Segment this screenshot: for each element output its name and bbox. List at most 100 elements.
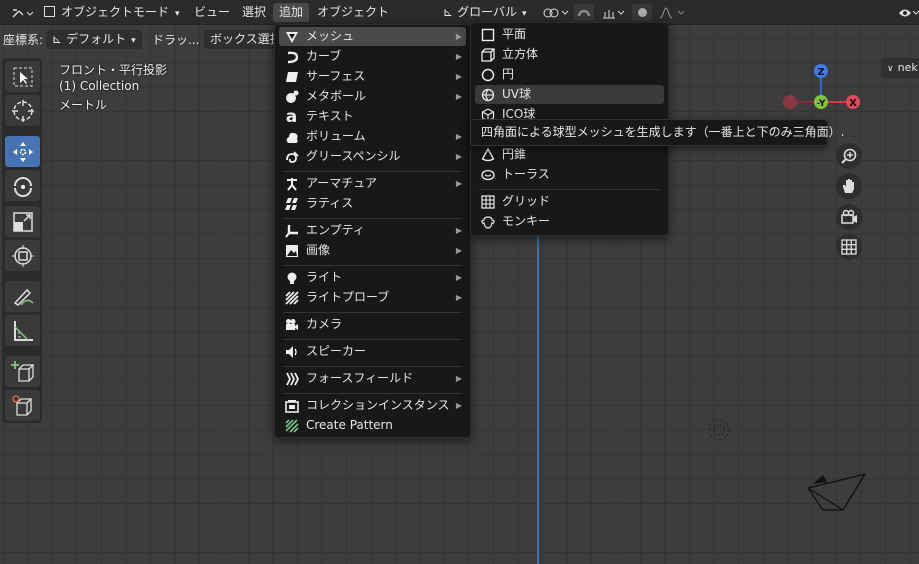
mode-select[interactable]: オブジェクトモード ▾ (38, 3, 186, 22)
chevron-down-icon: ∨ (887, 64, 894, 74)
move-tool[interactable] (5, 136, 40, 167)
add-menu-item-light-probe[interactable]: ライトプローブ ▶ (279, 288, 466, 307)
uv-sphere-icon (480, 87, 495, 102)
menu-view[interactable]: ビュー (188, 3, 236, 22)
tooltip: 四角面による球型メッシュを生成します（一番上と下のみ三角面）. (470, 119, 844, 146)
add-menu-item-image[interactable]: 画像 ▶ (279, 241, 466, 260)
editor-type-button[interactable] (4, 3, 42, 22)
menu-object[interactable]: オブジェクト (311, 3, 395, 22)
add-menu-item-curve[interactable]: カーブ ▶ (279, 47, 466, 66)
add-menu-item-collection-instance[interactable]: コレクションインスタンス ▶ (279, 396, 466, 415)
ortho-toggle-button[interactable] (836, 234, 862, 260)
transform-orientation-select[interactable]: ⊾ グローバル ▾ (437, 3, 532, 22)
add-menu-item-text[interactable]: a テキスト (279, 107, 466, 126)
zoom-icon (841, 148, 857, 164)
light-probe-icon (284, 290, 299, 305)
mesh-item-plane[interactable]: 平面 (475, 25, 664, 44)
chevron-down-icon: ▾ (175, 9, 180, 19)
snap-target-button[interactable] (595, 3, 633, 22)
object-mode-icon (44, 6, 55, 17)
plane-icon (480, 27, 495, 42)
menu-separator (283, 393, 462, 394)
menu-separator (283, 265, 462, 266)
orientation-icon: ⊾ (443, 5, 454, 19)
submenu-arrow-icon: ▶ (455, 401, 462, 410)
camera-view-button[interactable] (836, 204, 862, 230)
coord-system-select[interactable]: ⊾ デフォルト ▾ (46, 30, 142, 49)
gizmo-y-label: -Y (817, 99, 826, 109)
menu-separator (283, 366, 462, 367)
tool-settings-bar: 座標系: ⊾ デフォルト ▾ ドラッ... ボックス選択 (0, 28, 290, 49)
submenu-arrow-icon: ▶ (455, 179, 462, 188)
cursor-3d-icon (11, 99, 34, 122)
toolbar (2, 58, 42, 423)
navigation-gizmo[interactable]: Z -Y X (778, 60, 868, 120)
submenu-arrow-icon: ▶ (455, 293, 462, 302)
collection-label: (1) Collection (59, 79, 140, 93)
snap-toggle[interactable] (573, 3, 595, 22)
add-menu-item-lattice[interactable]: ラティス (279, 194, 466, 213)
mesh-item-grid[interactable]: グリッド (475, 192, 664, 211)
circle-icon (480, 67, 495, 82)
side-panel-tab[interactable]: ∨ nek (881, 58, 919, 78)
zoom-button[interactable] (836, 143, 862, 169)
falloff-curve-icon (659, 6, 685, 18)
scale-tool[interactable] (5, 206, 40, 237)
measure-tool[interactable] (5, 315, 40, 346)
mesh-item-circle[interactable]: 円 (475, 65, 664, 84)
menu-select[interactable]: 選択 (236, 3, 272, 22)
mesh-icon (284, 29, 299, 44)
coord-system-label: 座標系: (3, 33, 44, 47)
menu-separator (283, 171, 462, 172)
menu-add[interactable]: 追加 (273, 3, 310, 22)
camera-icon (841, 209, 857, 224)
camera-object[interactable] (805, 470, 869, 514)
menu-separator (283, 218, 462, 219)
select-box-tool[interactable] (5, 61, 40, 92)
add-menu-item-light[interactable]: ライト ▶ (279, 268, 466, 287)
add-menu-item-mesh[interactable]: メッシュ ▶ (279, 27, 466, 46)
cube-edit-icon (11, 394, 33, 416)
add-menu-item-armature[interactable]: アーマチュア ▶ (279, 174, 466, 193)
rotate-tool[interactable] (5, 170, 40, 201)
scale-icon (12, 211, 33, 232)
curve-icon (284, 49, 299, 64)
menu-separator (283, 339, 462, 340)
submenu-arrow-icon: ▶ (455, 246, 462, 255)
cone-icon (480, 147, 495, 162)
grease-pencil-icon (284, 149, 299, 164)
submenu-arrow-icon: ▶ (455, 152, 462, 161)
mesh-item-cube[interactable]: 立方体 (475, 45, 664, 64)
light-icon (284, 270, 299, 285)
submenu-arrow-icon: ▶ (455, 132, 462, 141)
add-menu-item-grease-pencil[interactable]: グリースペンシル ▶ (279, 147, 466, 166)
metaball-icon (284, 89, 299, 104)
add-menu-item-volume[interactable]: ボリューム ▶ (279, 127, 466, 146)
armature-icon (284, 176, 299, 191)
annotate-tool[interactable] (5, 281, 40, 312)
pivot-point-button[interactable] (537, 3, 577, 22)
submenu-arrow-icon: ▶ (455, 374, 462, 383)
add-cube-tool[interactable] (5, 356, 40, 387)
add-menu-item-speaker[interactable]: スピーカー (279, 342, 466, 361)
mesh-item-torus[interactable]: トーラス (475, 165, 664, 184)
falloff-button[interactable] (653, 3, 693, 22)
cursor-tool[interactable] (5, 95, 40, 126)
transform-tool[interactable] (5, 240, 40, 271)
proportional-editing-toggle[interactable] (631, 3, 653, 22)
mesh-item-uv-sphere[interactable]: UV球 (475, 85, 664, 104)
add-menu-item-surface[interactable]: サーフェス ▶ (279, 67, 466, 86)
camera-icon (284, 317, 299, 332)
mesh-item-monkey[interactable]: モンキー (475, 212, 664, 231)
mesh-item-cone[interactable]: 円錐 (475, 145, 664, 164)
add-menu-item-force-field[interactable]: フォースフィールド ▶ (279, 369, 466, 388)
chevron-down-icon: ▾ (131, 36, 136, 46)
light-object[interactable] (706, 417, 732, 443)
viewport-visibility-button[interactable] (892, 3, 919, 22)
add-menu-item-metaball[interactable]: メタボール ▶ (279, 87, 466, 106)
add-menu-item-create-pattern[interactable]: Create Pattern (279, 416, 466, 435)
object-tool[interactable] (5, 390, 40, 421)
pan-button[interactable] (836, 173, 862, 199)
add-menu-item-empty[interactable]: エンプティ ▶ (279, 221, 466, 240)
add-menu-item-camera[interactable]: カメラ (279, 315, 466, 334)
